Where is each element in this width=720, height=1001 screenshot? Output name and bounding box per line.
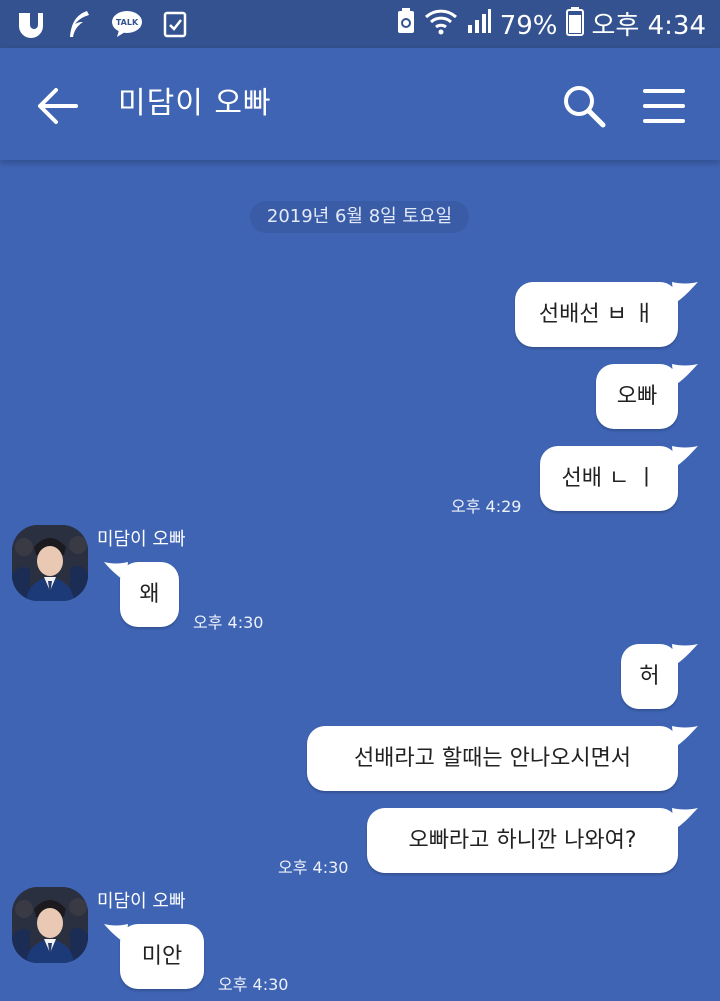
message-bubble-incoming[interactable]: 왜 (120, 562, 179, 627)
message-time: 오후 4:30 (278, 858, 349, 877)
battery-saver-icon (396, 7, 416, 45)
battery-percent: 79% (499, 11, 558, 41)
sender-name: 미담이 오빠 (97, 891, 186, 912)
message-text: 선배라고 할때는 안나오시면서 (353, 745, 632, 771)
message-bubble-outgoing[interactable]: 오빠라고 하니깐 나와여? (367, 808, 678, 873)
message-text: 선배선 ㅂ ㅐ (538, 301, 655, 327)
bubble-tail (672, 446, 698, 468)
profile-photo (12, 887, 88, 963)
message-bubble-incoming[interactable]: 미안 (120, 924, 204, 989)
message-bubble-outgoing[interactable]: 허 (621, 644, 678, 709)
chat-header: 미담이 오빠 (0, 48, 720, 160)
message-time: 오후 4:30 (193, 613, 264, 632)
message-bubble-outgoing[interactable]: 선배선 ㅂ ㅐ (515, 282, 678, 347)
svg-text:TALK: TALK (116, 18, 139, 27)
bubble-tail (672, 644, 698, 666)
message-text: 선배 ㄴ ㅣ (561, 465, 657, 491)
bubble-tail (672, 282, 698, 304)
battery-icon (565, 6, 584, 46)
signal-icon (466, 7, 492, 45)
sender-name: 미담이 오빠 (97, 529, 186, 550)
clipboard-check-icon (158, 8, 192, 40)
chat-title: 미담이 오빠 (118, 86, 272, 121)
avatar[interactable] (12, 887, 88, 963)
message-text: 허 (639, 663, 660, 689)
menu-button[interactable] (641, 86, 687, 126)
clock: 오후 4:34 (591, 11, 707, 41)
date-divider: 2019년 6월 8일 토요일 (250, 201, 469, 233)
system-status: 79% 오후 4:34 (396, 6, 706, 46)
back-button[interactable] (34, 86, 84, 126)
search-icon (564, 86, 606, 128)
hamburger-menu-icon (643, 89, 685, 123)
message-bubble-outgoing[interactable]: 오빠 (596, 364, 678, 429)
message-bubble-outgoing[interactable]: 선배라고 할때는 안나오시면서 (307, 726, 678, 791)
message-time: 오후 4:30 (218, 975, 289, 994)
message-text: 오빠라고 하니깐 나와여? (408, 827, 637, 853)
message-text: 오빠 (616, 383, 658, 409)
status-bar: TALK 79% 오후 4:34 (0, 0, 720, 48)
feather-icon (62, 8, 96, 40)
message-time: 오후 4:29 (451, 497, 522, 516)
bubble-tail (672, 726, 698, 748)
notification-icons: TALK (14, 8, 192, 40)
wifi-icon (424, 7, 458, 45)
bubble-tail (672, 808, 698, 830)
talk-icon: TALK (110, 8, 144, 40)
bubble-tail (672, 364, 698, 386)
message-text: 미안 (141, 943, 183, 969)
avatar[interactable] (12, 525, 88, 601)
search-button[interactable] (560, 82, 608, 130)
message-bubble-outgoing[interactable]: 선배 ㄴ ㅣ (540, 446, 678, 511)
u-plus-icon (14, 8, 48, 40)
profile-photo (12, 525, 88, 601)
arrow-left-icon (38, 88, 78, 124)
message-text: 왜 (139, 581, 160, 607)
